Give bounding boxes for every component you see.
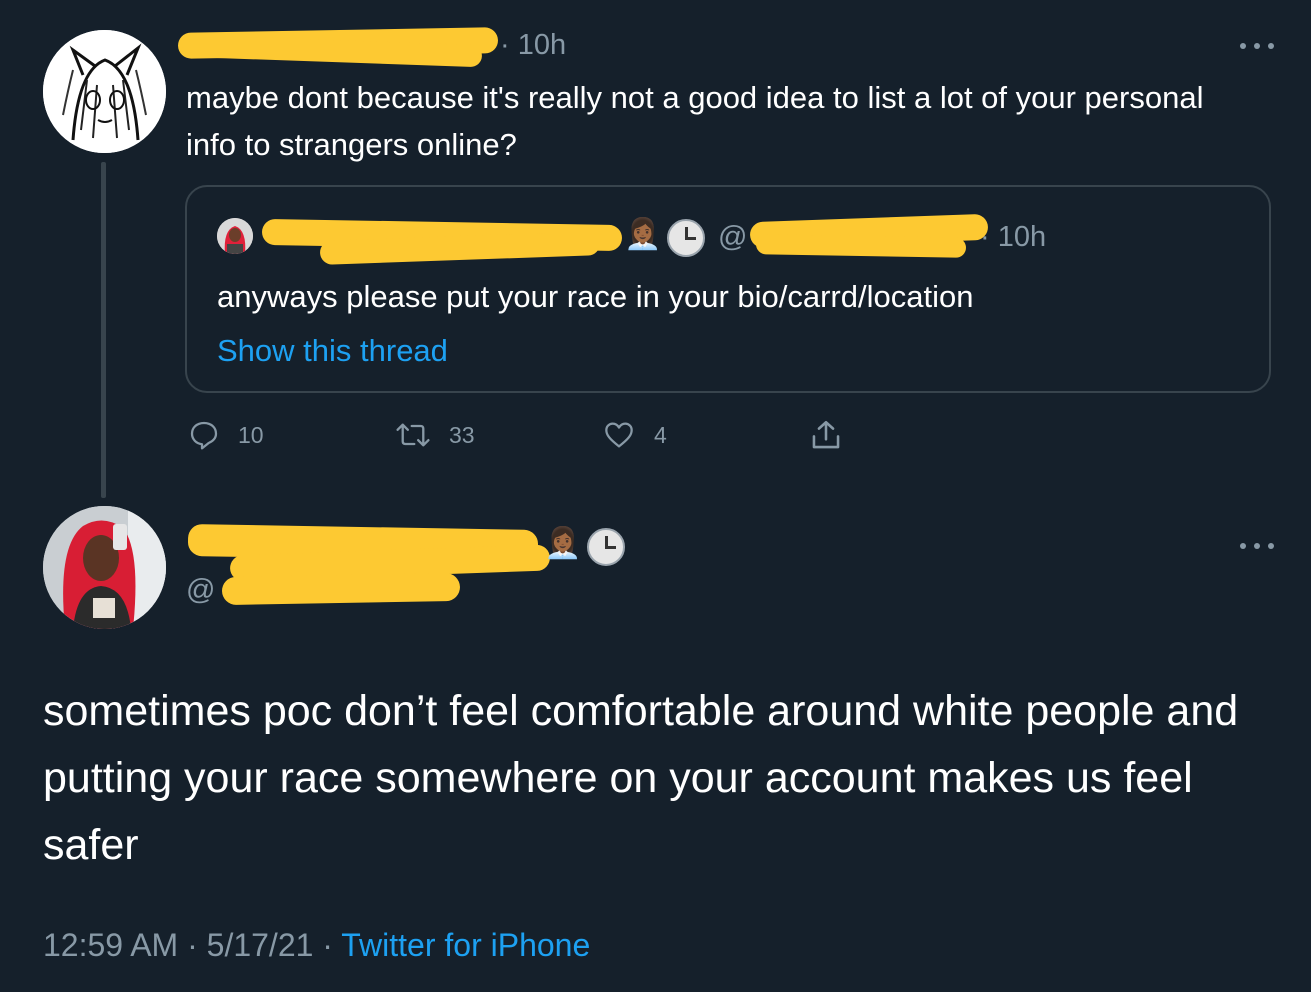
- heart-icon: [605, 422, 633, 448]
- thread-connector-line: [101, 162, 106, 498]
- parent-tweet-meta: · 10h: [500, 29, 566, 62]
- show-thread-link[interactable]: Show this thread: [217, 333, 448, 369]
- share-icon: [812, 420, 840, 449]
- tweet-source-link[interactable]: Twitter for iPhone: [341, 927, 590, 963]
- quoted-tweet-text: anyways please put your race in your bio…: [217, 279, 974, 314]
- woman-technologist-emoji: 👩🏾‍💼: [624, 218, 662, 251]
- reply-action[interactable]: 10: [188, 418, 264, 452]
- footer-separator: ·: [313, 927, 342, 963]
- share-action[interactable]: [809, 418, 843, 452]
- quoted-handle-prefix: @: [718, 221, 748, 253]
- main-tweet-avatar[interactable]: [43, 506, 166, 629]
- clock-emoji: [667, 219, 705, 257]
- retweet-icon: [396, 423, 430, 447]
- quoted-tweet-avatar: [217, 218, 253, 254]
- quoted-tweet-meta: · 10h: [980, 221, 1046, 254]
- main-tweet-text: sometimes poc don’t feel comfortable aro…: [43, 687, 1239, 869]
- main-tweet-more-icon[interactable]: [1240, 541, 1274, 551]
- main-handle-prefix: @: [186, 574, 216, 606]
- quoted-tweet-timestamp: 10h: [997, 221, 1047, 253]
- selfie-avatar-drawing: [43, 506, 166, 629]
- like-action[interactable]: 4: [602, 418, 667, 452]
- tweet-date: 5/17/21: [206, 927, 314, 963]
- woman-technologist-emoji: 👩🏾‍💼: [544, 527, 582, 560]
- redacted-main-handle: [221, 572, 461, 606]
- redacted-quoted-handle-2: [755, 234, 967, 258]
- clock-emoji: [587, 528, 625, 566]
- quoted-avatar-drawing: [217, 218, 253, 254]
- footer-separator: ·: [178, 927, 207, 963]
- meta-separator: ·: [500, 29, 518, 61]
- tweet-thread-view: · 10h maybe dont because it's really not…: [0, 0, 1311, 992]
- anime-avatar-drawing: [43, 30, 166, 153]
- tweet-time: 12:59 AM: [43, 927, 179, 963]
- retweet-action[interactable]: 33: [395, 418, 475, 452]
- parent-tweet-timestamp[interactable]: 10h: [518, 29, 566, 61]
- reply-icon: [190, 421, 218, 450]
- like-count: 4: [654, 421, 667, 448]
- tweet-footer: 12:59 AM · 5/17/21 · Twitter for iPhone: [43, 927, 590, 964]
- retweet-count: 33: [449, 421, 475, 448]
- parent-tweet-more-icon[interactable]: [1240, 41, 1274, 51]
- reply-count: 10: [238, 421, 264, 448]
- parent-tweet-avatar[interactable]: [43, 30, 166, 153]
- parent-tweet-text: maybe dont because it's really not a goo…: [186, 80, 1204, 162]
- meta-separator: ·: [980, 221, 998, 253]
